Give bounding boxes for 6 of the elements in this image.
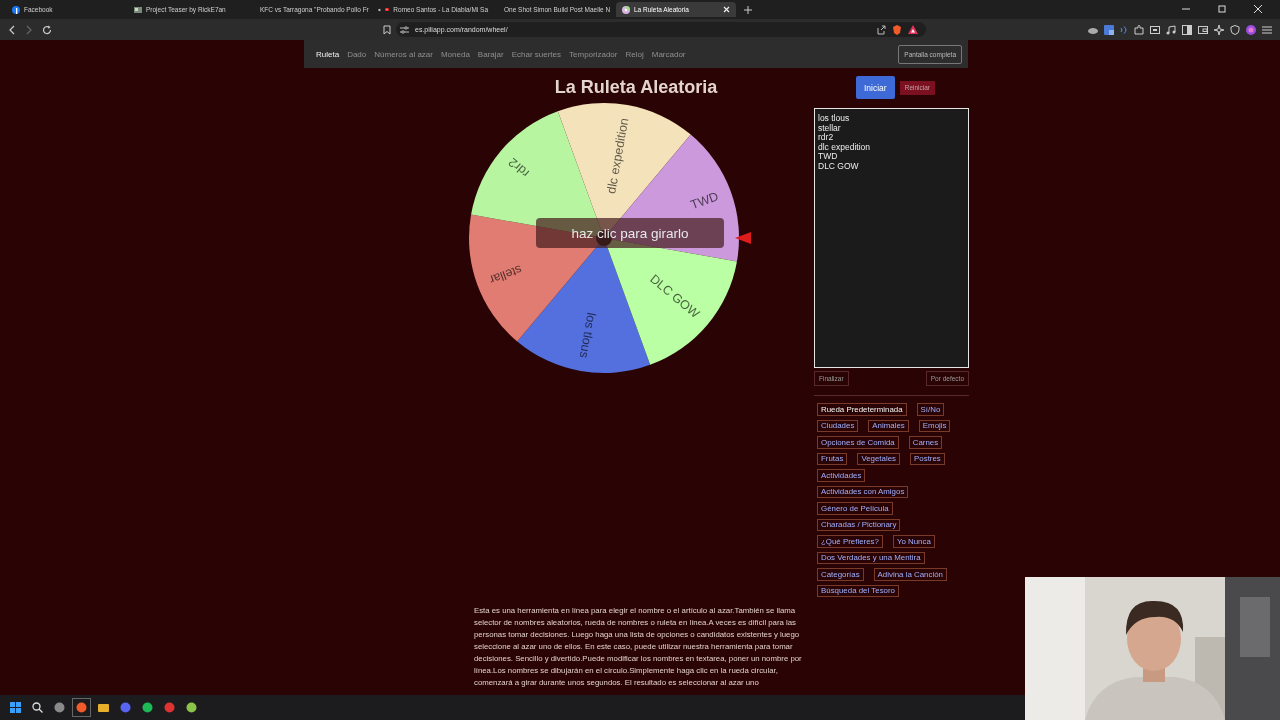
page-title: La Ruleta Aleatoria: [553, 77, 719, 97]
wheel-label: TWD: [688, 189, 721, 213]
wheel-label: dlc expedition: [604, 117, 632, 195]
wheel-label: los tlous: [576, 311, 599, 359]
wheel-label: stellar: [487, 262, 524, 287]
wheel-label: rdr2: [505, 155, 532, 181]
